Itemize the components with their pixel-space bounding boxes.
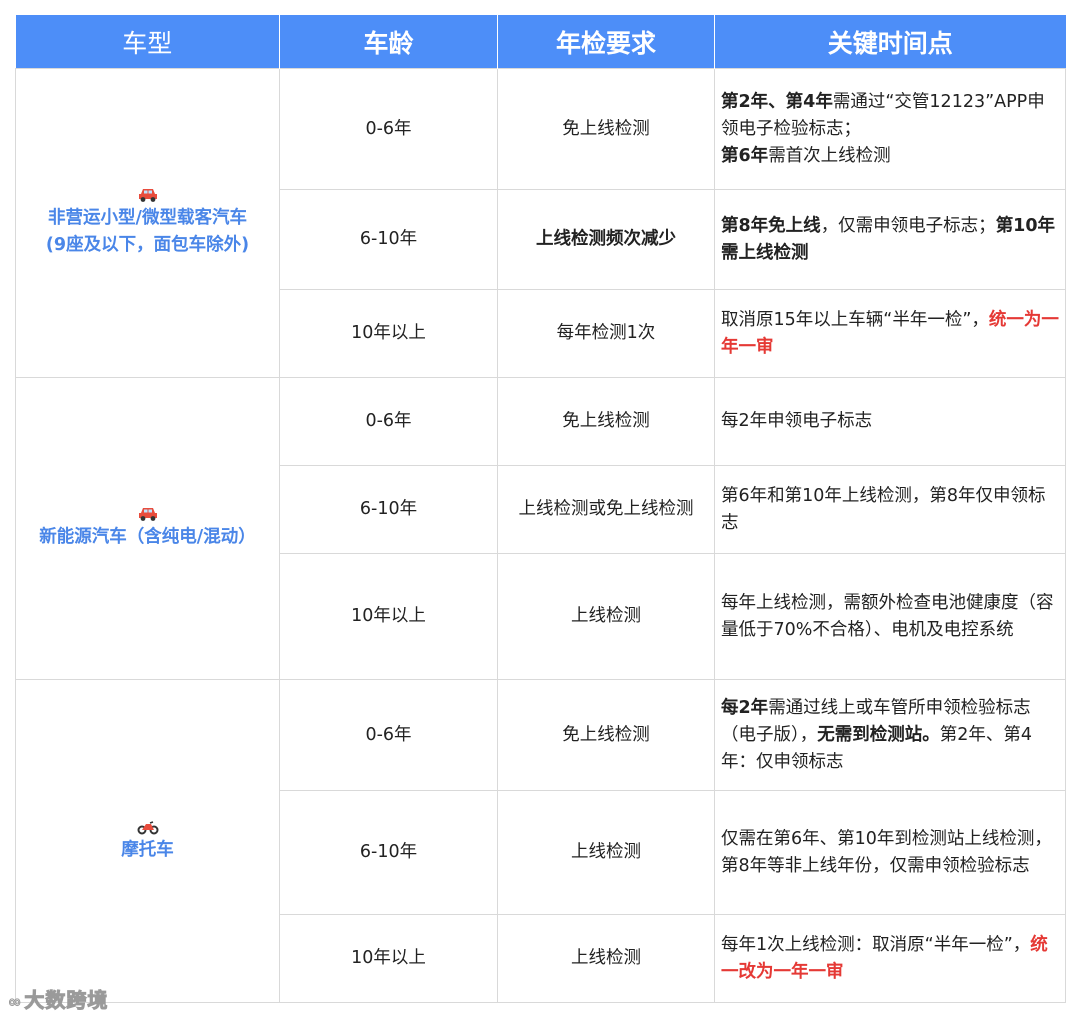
table-row: 非营运小型/微型载客汽车 (9座及以下，面包车除外) 0-6年 免上线检测 第2… xyxy=(15,68,1066,378)
requirement-cell: 免上线检测 xyxy=(497,679,715,791)
requirement-cell: 免上线检测 xyxy=(497,68,715,190)
keypoint-text: 需首次上线检测 xyxy=(768,145,891,166)
requirement-cell: 上线检测 xyxy=(497,553,715,680)
watermark: ∞ 大数跨境 xyxy=(7,984,109,1013)
age-cell: 0-6年 xyxy=(279,68,498,190)
vehicle-type-motorcycle: 摩托车 xyxy=(15,679,280,1003)
keypoint-cell: 取消原15年以上车辆“半年一检”，统一为一年一审 xyxy=(714,289,1066,378)
keypoint-cell: 每年上线检测，需额外检查电池健康度（容量低于70%不合格）、电机及电控系统 xyxy=(714,553,1066,680)
keypoint-text: 取消原15年以上车辆“半年一检”， xyxy=(721,309,989,330)
keypoint-bold: 第6年 xyxy=(721,145,769,166)
watermark-logo-icon: ∞ xyxy=(7,992,23,1012)
age-cell: 6-10年 xyxy=(279,465,498,554)
age-cell: 6-10年 xyxy=(279,189,498,290)
requirement-cell: 上线检测 xyxy=(497,914,715,1003)
car-icon xyxy=(138,189,157,202)
requirement-cell: 上线检测或免上线检测 xyxy=(497,465,715,554)
age-cell: 10年以上 xyxy=(279,289,498,378)
vehicle-type-name: 新能源汽车（含纯电/混动） xyxy=(39,527,256,547)
age-cell: 0-6年 xyxy=(279,377,498,466)
vehicle-type-name: 摩托车 xyxy=(121,839,174,860)
age-cell: 6-10年 xyxy=(279,790,498,915)
watermark-text: 大数跨境 xyxy=(24,988,109,1013)
keypoint-cell: 每2年需通过线上或车管所申领检验标志（电子版），无需到检测站。第2年、第4年：仅… xyxy=(714,679,1066,791)
age-cell: 0-6年 xyxy=(279,679,498,791)
header-vehicle-type: 车型 xyxy=(15,15,280,69)
vehicle-type-private-car: 非营运小型/微型载客汽车 (9座及以下，面包车除外) xyxy=(15,68,280,378)
header-row: 车型 车龄 年检要求 关键时间点 xyxy=(15,15,1066,69)
table-row: 摩托车 0-6年 免上线检测 每2年需通过线上或车管所申领检验标志（电子版），无… xyxy=(15,679,1066,1003)
requirement-cell: 上线检测频次减少 xyxy=(497,189,715,290)
keypoint-bold: 无需到检测站。 xyxy=(817,724,940,745)
keypoint-text: ，仅需申领电子标志； xyxy=(820,215,996,236)
motorcycle-icon xyxy=(137,820,158,834)
keypoint-cell: 第8年免上线，仅需申领电子标志；第10年需上线检测 xyxy=(714,189,1066,290)
requirement-cell: 免上线检测 xyxy=(497,377,715,466)
keypoint-cell: 第2年、第4年需通过“交管12123”APP申领电子检验标志； 第6年需首次上线… xyxy=(714,68,1066,190)
car-icon xyxy=(138,508,157,521)
table-row: 新能源汽车（含纯电/混动） 0-6年 免上线检测 每2年申领电子标志 xyxy=(15,377,1066,680)
requirement-cell: 每年检测1次 xyxy=(497,289,715,378)
header-vehicle-age: 车龄 xyxy=(279,15,498,69)
keypoint-bold: 第2年、第4年 xyxy=(721,91,833,112)
keypoint-cell: 每2年申领电子标志 xyxy=(714,377,1066,466)
header-key-timepoints: 关键时间点 xyxy=(714,15,1066,69)
keypoint-cell: 第6年和第10年上线检测，第8年仅申领标志 xyxy=(714,465,1066,554)
requirement-cell: 上线检测 xyxy=(497,790,715,915)
keypoint-text: 每年1次上线检测：取消原“半年一检”， xyxy=(721,934,1031,955)
header-inspection-requirement: 年检要求 xyxy=(497,15,715,69)
age-cell: 10年以上 xyxy=(279,914,498,1003)
age-cell: 10年以上 xyxy=(279,553,498,680)
inspection-table: 车型 车龄 年检要求 关键时间点 非营运小型/微型载客汽车 (9座及以下，面包车… xyxy=(15,15,1066,1003)
vehicle-type-note: (9座及以下，面包车除外) xyxy=(45,235,250,255)
keypoint-cell: 仅需在第6年、第10年到检测站上线检测，第8年等非上线年份，仅需申领检验标志 xyxy=(714,790,1066,915)
vehicle-type-name: 非营运小型/微型载客汽车 xyxy=(48,208,247,228)
keypoint-bold: 第8年免上线 xyxy=(721,215,821,236)
vehicle-type-new-energy: 新能源汽车（含纯电/混动） xyxy=(15,377,280,680)
keypoint-bold: 每2年 xyxy=(721,697,769,718)
keypoint-cell: 每年1次上线检测：取消原“半年一检”，统一改为一年一审 xyxy=(714,914,1066,1003)
